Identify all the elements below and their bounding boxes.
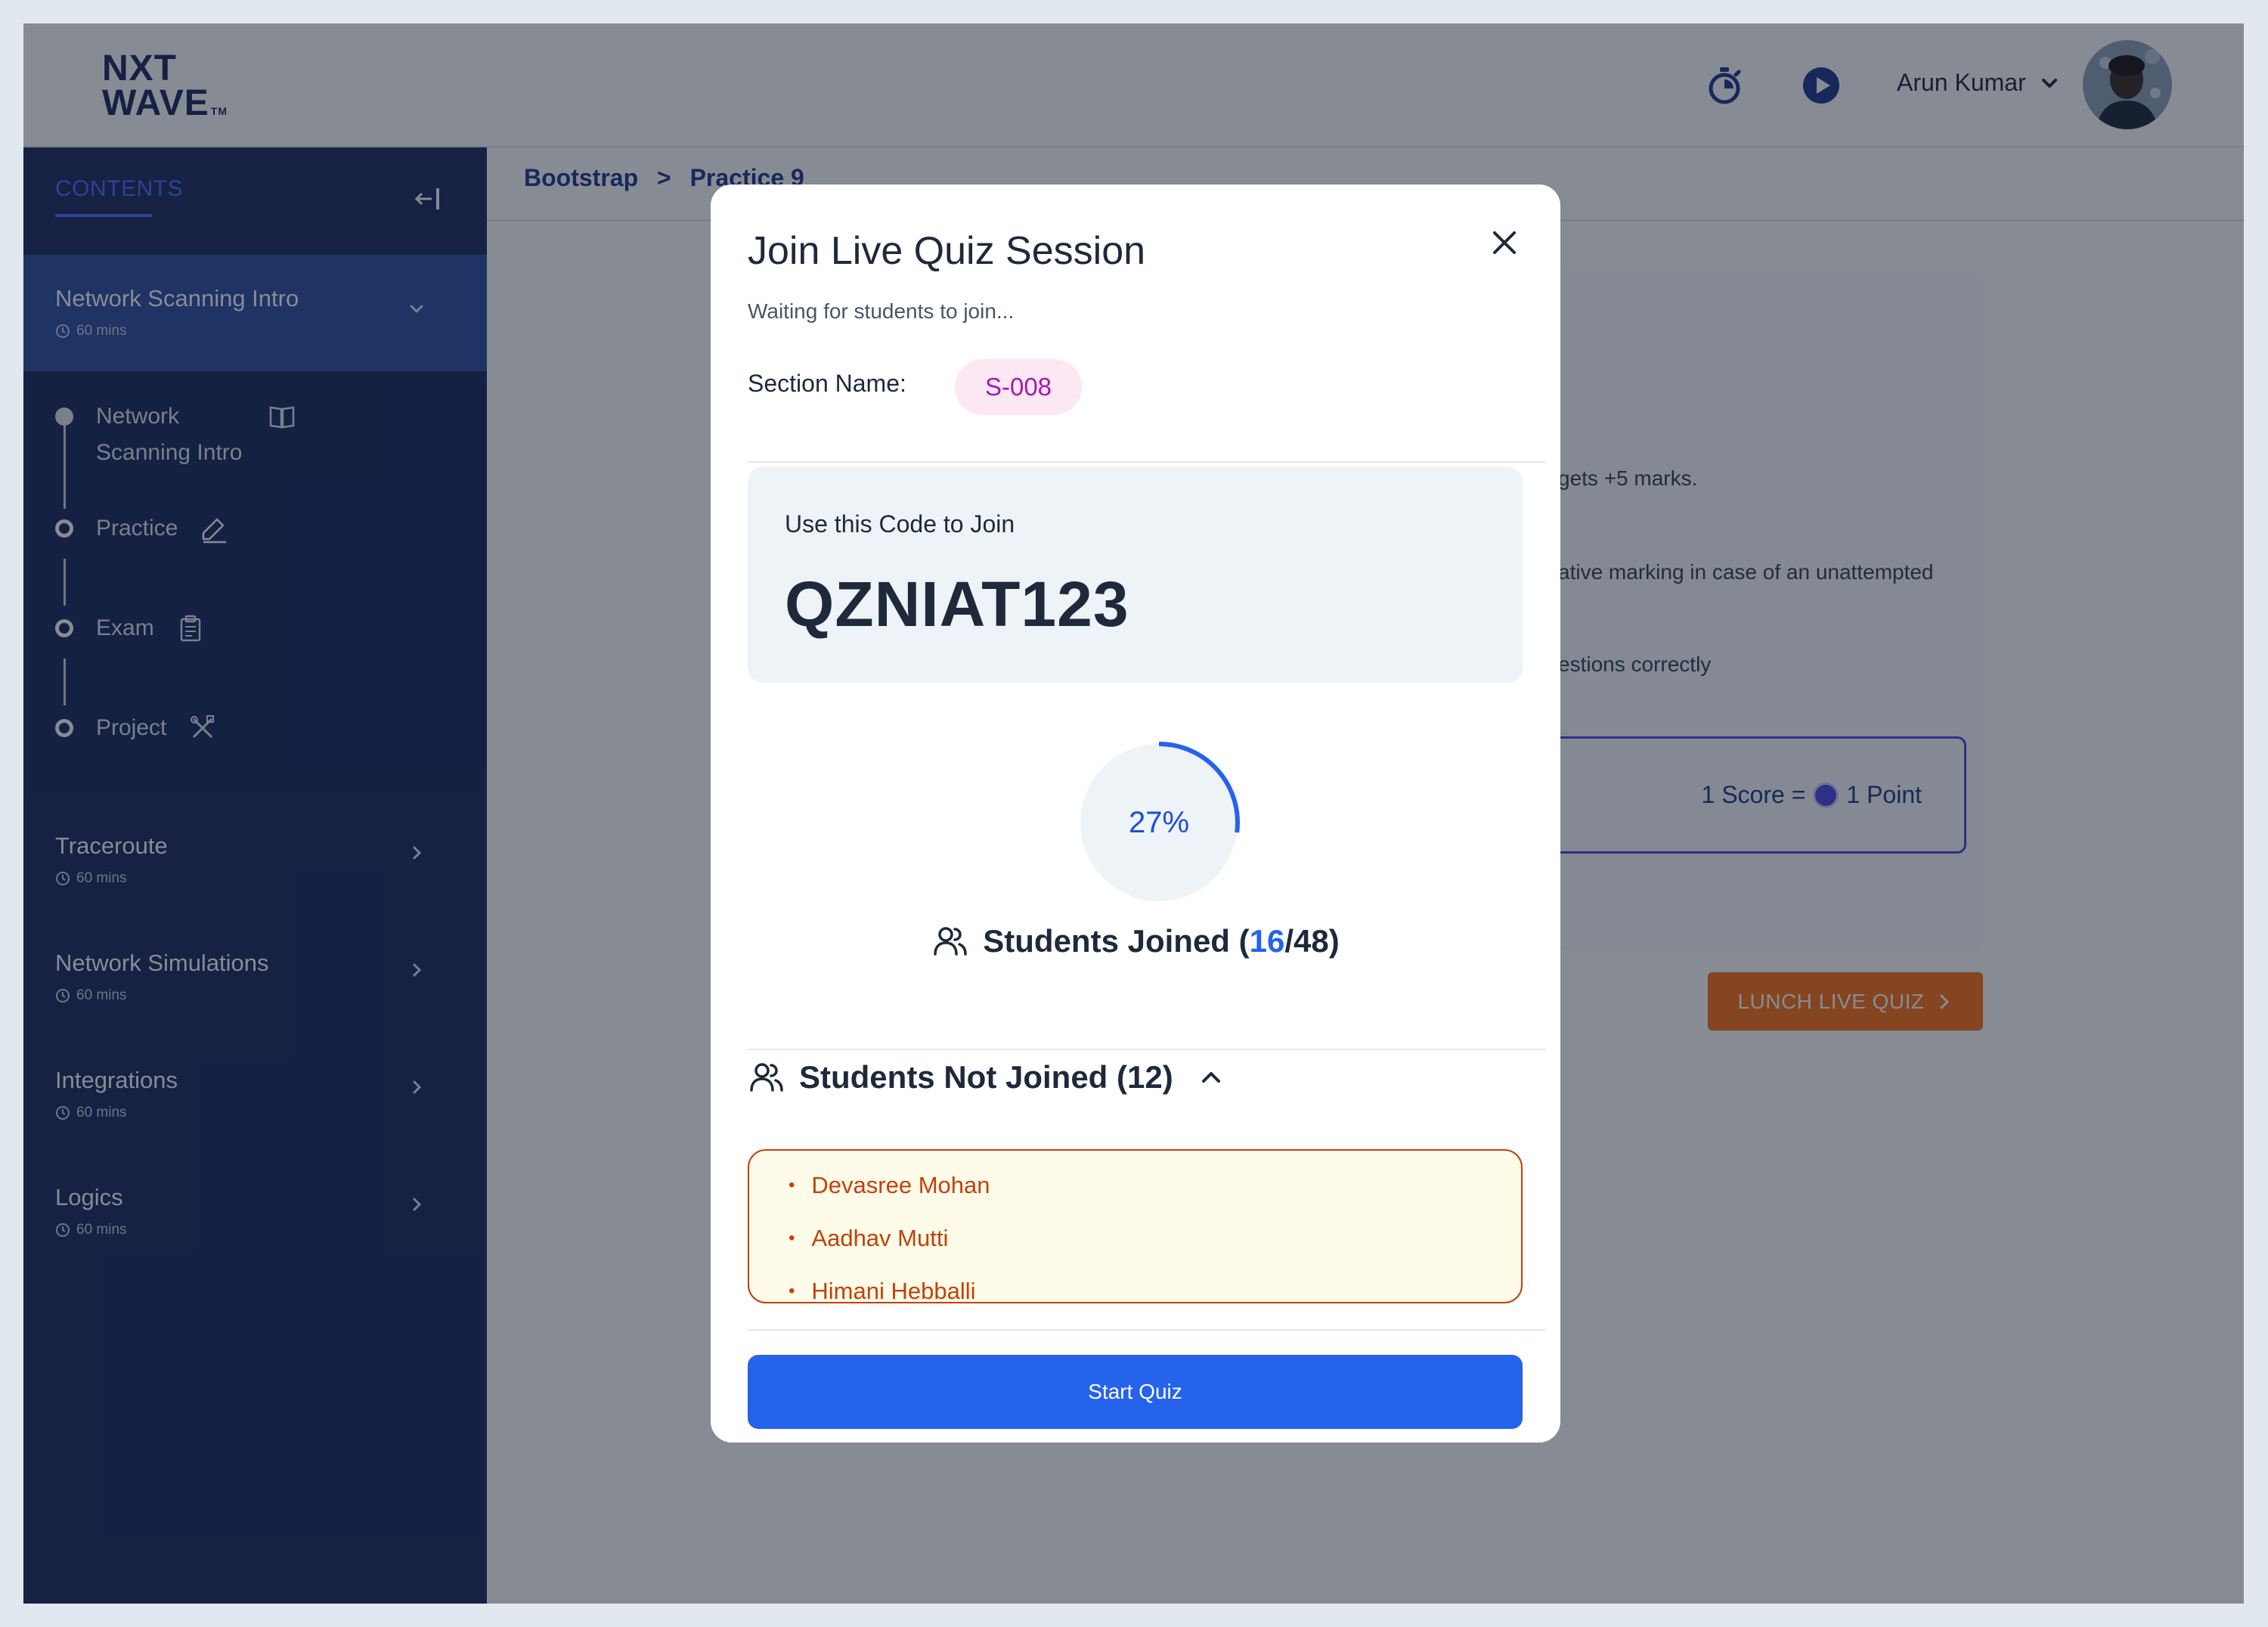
divider [748, 461, 1545, 463]
join-live-quiz-modal: Join Live Quiz Session Waiting for stude… [711, 184, 1560, 1443]
modal-subtitle: Waiting for students to join... [748, 299, 1015, 323]
chevron-up-icon [1201, 1072, 1220, 1083]
section-badge: S-008 [955, 359, 1082, 415]
list-item: • Devasree Mohan [789, 1172, 990, 1198]
app-window: NXT WAVETM Arun Kumar CONTENTS [23, 23, 2244, 1604]
progress-percent: 27% [1128, 805, 1190, 839]
section-name-label: Section Name: [748, 370, 906, 397]
start-quiz-button[interactable]: Start Quiz [748, 1355, 1523, 1429]
divider [748, 1329, 1545, 1331]
divider [748, 1049, 1545, 1050]
modal-title: Join Live Quiz Session [748, 229, 1146, 273]
code-label: Use this Code to Join [785, 510, 1015, 538]
users-icon [934, 927, 968, 956]
not-joined-list[interactable]: • Devasree Mohan • Aadhav Mutti • Himani He… [748, 1149, 1523, 1303]
list-item: • Aadhav Mutti [789, 1225, 949, 1251]
list-item: • Himani Hebballi [789, 1278, 976, 1303]
join-code-card: Use this Code to Join QZNIAT123 [748, 466, 1523, 683]
students-joined: Students Joined (16/48) [711, 922, 1560, 960]
join-code[interactable]: QZNIAT123 [785, 568, 1129, 641]
students-not-joined-toggle[interactable]: Students Not Joined (12) [748, 1058, 1226, 1096]
close-icon[interactable] [1484, 222, 1525, 263]
users-icon [750, 1063, 783, 1092]
